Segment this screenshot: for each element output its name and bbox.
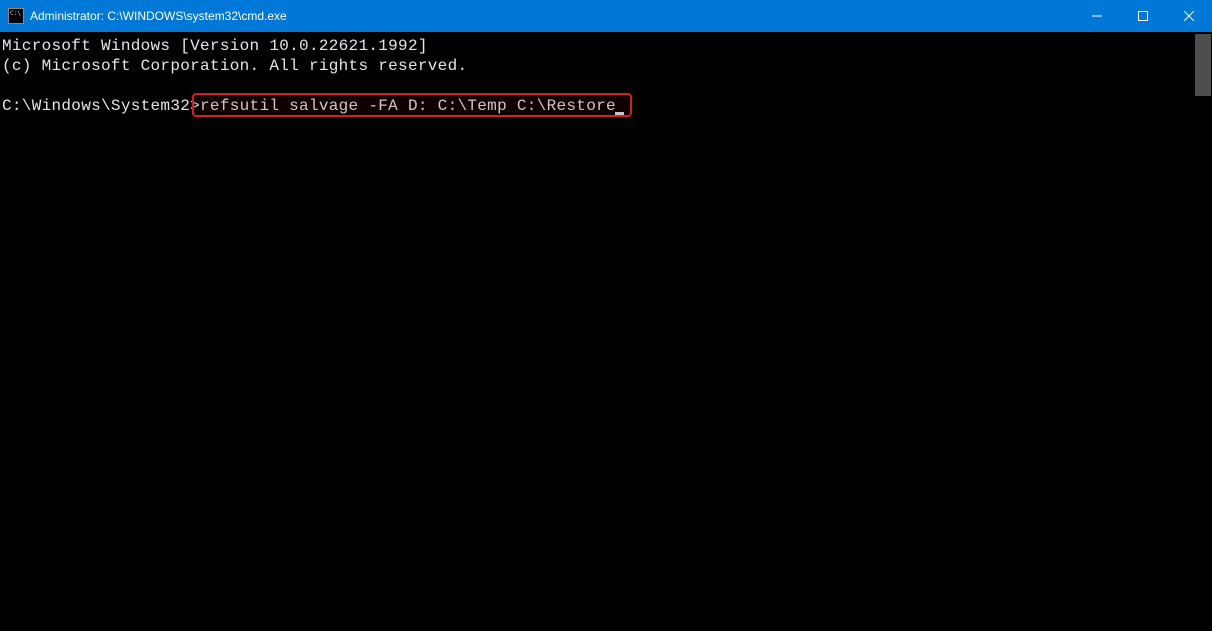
terminal-area[interactable]: Microsoft Windows [Version 10.0.22621.19…	[0, 32, 1212, 631]
command-text: refsutil salvage -FA D: C:\Temp C:\Resto…	[200, 97, 616, 115]
window-controls	[1074, 0, 1212, 32]
prompt-line: C:\Windows\System32>refsutil salvage -FA…	[2, 96, 1212, 116]
prompt-text: C:\Windows\System32>	[2, 97, 200, 115]
scrollbar-thumb[interactable]	[1195, 34, 1211, 96]
version-line: Microsoft Windows [Version 10.0.22621.19…	[2, 36, 1212, 56]
minimize-button[interactable]	[1074, 0, 1120, 32]
title-bar: Administrator: C:\WINDOWS\system32\cmd.e…	[0, 0, 1212, 32]
cursor	[615, 112, 624, 115]
window-title: Administrator: C:\WINDOWS\system32\cmd.e…	[30, 9, 1074, 23]
maximize-button[interactable]	[1120, 0, 1166, 32]
close-button[interactable]	[1166, 0, 1212, 32]
blank-line	[2, 76, 1212, 96]
cmd-icon	[8, 8, 24, 24]
copyright-line: (c) Microsoft Corporation. All rights re…	[2, 56, 1212, 76]
